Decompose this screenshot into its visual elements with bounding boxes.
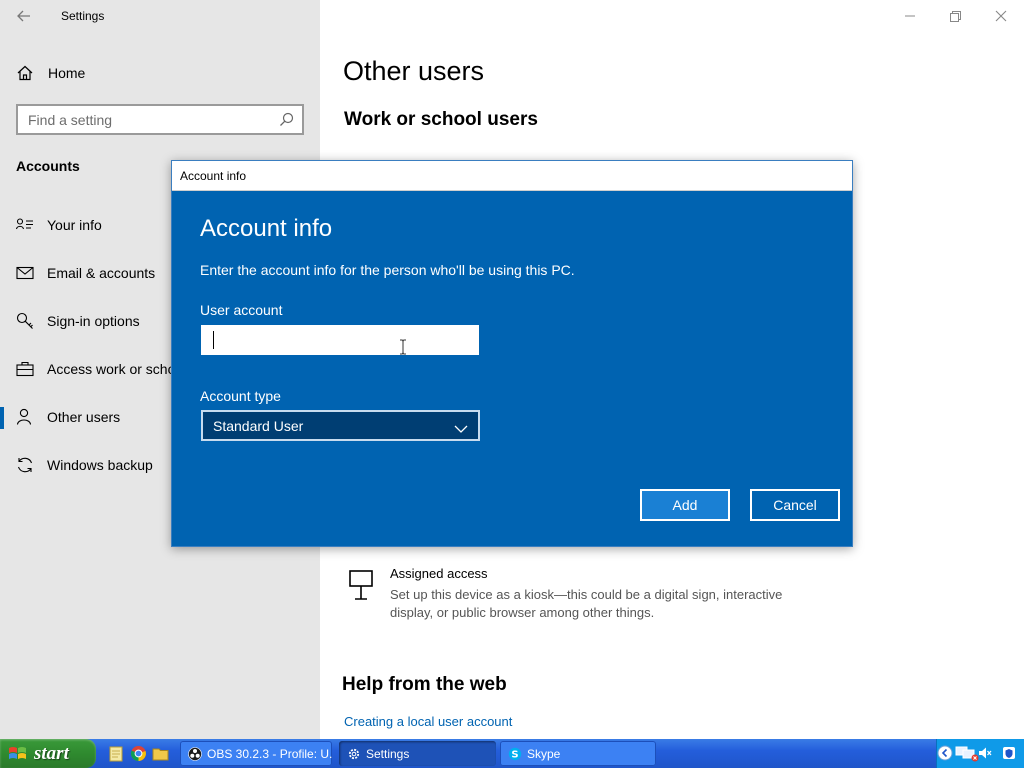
assigned-access-description: Set up this device as a kiosk—this could…: [390, 587, 783, 620]
key-icon: [16, 312, 34, 330]
ibeam-cursor-icon: [399, 339, 407, 355]
skype-icon: S: [508, 747, 522, 761]
system-tray: [936, 739, 1024, 768]
file-explorer-icon[interactable]: [108, 745, 125, 762]
taskbar-item-settings[interactable]: Settings: [339, 741, 496, 766]
user-account-field[interactable]: [201, 325, 479, 355]
sidebar-item-label: Windows backup: [47, 457, 153, 473]
sidebar-item-label: Sign-in options: [47, 313, 140, 329]
taskbar-item-label: OBS 30.2.3 - Profile: U...: [207, 746, 332, 761]
section-work-school-title: Work or school users: [344, 109, 538, 130]
chrome-icon[interactable]: [130, 745, 147, 762]
dialog-titlebar[interactable]: Account info: [172, 161, 852, 191]
section-title: Accounts: [16, 158, 80, 174]
chevron-down-icon: [454, 421, 468, 433]
dialog-heading: Account info: [200, 215, 333, 242]
dialog-body: Account info Enter the account info for …: [172, 191, 852, 546]
settings-search[interactable]: [16, 104, 304, 135]
contact-card-icon: [16, 216, 34, 234]
help-title: Help from the web: [342, 674, 507, 695]
search-input[interactable]: [18, 106, 268, 133]
add-button[interactable]: Add: [640, 489, 730, 521]
sidebar-item-label: Access work or school: [47, 361, 187, 377]
user-account-label: User account: [200, 302, 283, 318]
help-link-local-account[interactable]: Creating a local user account: [344, 714, 512, 729]
start-label: start: [34, 742, 69, 764]
home-icon: [16, 64, 34, 82]
account-info-dialog: Account info Account info Enter the acco…: [171, 160, 853, 547]
svg-text:S: S: [511, 749, 518, 760]
text-caret: [213, 331, 214, 349]
sidebar-item-label: Your info: [47, 217, 102, 233]
taskbar-item-obs[interactable]: OBS 30.2.3 - Profile: U...: [180, 741, 332, 766]
obs-icon: [188, 746, 202, 761]
minimize-button[interactable]: [897, 6, 923, 26]
show-hidden-icons-button[interactable]: [937, 745, 953, 766]
dialog-description: Enter the account info for the person wh…: [200, 262, 575, 278]
taskbar: start OBS 30.2.3 - Profile: U... Setting…: [0, 739, 1024, 768]
mail-icon: [16, 264, 34, 282]
taskbar-item-label: Skype: [527, 746, 561, 761]
security-shield-icon[interactable]: [1001, 745, 1017, 766]
start-button[interactable]: start: [0, 739, 96, 768]
folder-icon[interactable]: [152, 745, 169, 762]
volume-muted-icon[interactable]: [977, 745, 993, 766]
assigned-access-title: Assigned access: [390, 566, 488, 581]
app-title: Settings: [61, 9, 105, 23]
close-button[interactable]: [988, 6, 1014, 26]
page-title: Other users: [343, 56, 485, 86]
cancel-button[interactable]: Cancel: [750, 489, 840, 521]
home-nav-item[interactable]: Home: [16, 62, 85, 84]
user-account-input[interactable]: [203, 327, 477, 353]
windows-flag-icon: [8, 745, 28, 763]
account-type-select[interactable]: Standard User: [201, 410, 480, 441]
restore-button[interactable]: [942, 6, 968, 26]
sidebar-item-label: Other users: [47, 409, 121, 425]
taskbar-item-skype[interactable]: S Skype: [500, 741, 656, 766]
gear-icon: [347, 747, 361, 761]
kiosk-icon: [346, 568, 376, 602]
dialog-titlebar-label: Account info: [180, 169, 247, 183]
sidebar-item-label: Email & accounts: [47, 265, 156, 281]
briefcase-icon: [16, 360, 34, 378]
sync-icon: [16, 456, 34, 474]
home-label: Home: [48, 65, 86, 81]
taskbar-item-label: Settings: [366, 746, 410, 761]
people-icon: [16, 408, 34, 426]
account-type-label: Account type: [200, 388, 281, 404]
search-icon[interactable]: [279, 112, 294, 127]
back-arrow-icon[interactable]: [14, 6, 34, 26]
account-type-value: Standard User: [213, 417, 304, 434]
